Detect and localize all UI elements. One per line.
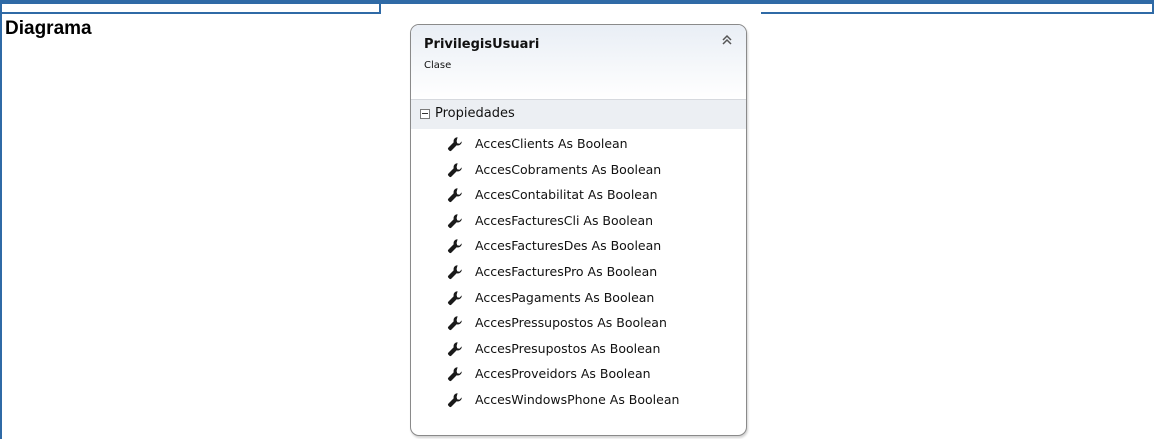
wrench-icon <box>448 393 462 407</box>
class-diagram-shape[interactable]: PrivilegisUsuari Clase Propiedades Acces… <box>410 24 747 436</box>
class-kind: Clase <box>424 60 452 71</box>
property-label: AccesClients As Boolean <box>475 136 628 151</box>
property-item[interactable]: AccesFacturesDes As Boolean <box>411 235 746 261</box>
minus-box-icon[interactable] <box>420 109 430 119</box>
wrench-icon <box>448 239 462 254</box>
double-chevron-up-icon[interactable] <box>720 33 734 47</box>
property-item[interactable]: AccesContabilitat As Boolean <box>411 184 746 210</box>
property-label: AccesProveidors As Boolean <box>475 366 651 382</box>
property-label: AccesCobraments As Boolean <box>475 161 662 177</box>
property-item[interactable]: AccesFacturesPro As Boolean <box>411 261 746 287</box>
section-label: Diagrama <box>5 18 92 39</box>
property-label: AccesContabilitat As Boolean <box>475 187 658 203</box>
wrench-icon <box>448 341 462 356</box>
property-label: AccesFacturesCli As Boolean <box>475 212 654 228</box>
table-row-divider-gap <box>381 11 761 15</box>
wrench-icon <box>448 367 462 382</box>
wrench-icon <box>448 290 462 305</box>
property-item[interactable]: AccesWindowsPhone As Boolean <box>411 389 746 415</box>
property-item[interactable]: AccesClients As Boolean <box>411 133 746 159</box>
property-item[interactable]: AccesPressupostos As Boolean <box>411 312 746 338</box>
wrench-icon <box>448 137 462 151</box>
property-item[interactable]: AccesPagaments As Boolean <box>411 287 746 313</box>
class-header[interactable]: PrivilegisUsuari Clase <box>411 25 746 99</box>
property-item[interactable]: AccesPresupostos As Boolean <box>411 338 746 364</box>
wrench-icon <box>448 213 462 228</box>
class-name: PrivilegisUsuari <box>424 37 540 52</box>
property-label: AccesPressupostos As Boolean <box>475 315 667 331</box>
property-label: AccesWindowsPhone As Boolean <box>475 391 680 407</box>
table-top-border <box>0 0 1154 4</box>
property-item[interactable]: AccesFacturesCli As Boolean <box>411 210 746 236</box>
property-label: AccesPresupostos As Boolean <box>475 340 661 356</box>
wrench-icon <box>448 265 462 279</box>
compartment-label: Propiedades <box>435 106 515 121</box>
property-item[interactable]: AccesCobraments As Boolean <box>411 159 746 185</box>
compartment-header-propiedades[interactable]: Propiedades <box>411 99 746 129</box>
wrench-icon <box>448 162 462 177</box>
property-label: AccesFacturesPro As Boolean <box>475 263 658 279</box>
wrench-icon <box>448 188 462 203</box>
property-label: AccesPagaments As Boolean <box>475 289 655 305</box>
property-list: AccesClients As Boolean AccesCobraments … <box>411 129 746 415</box>
table-left-border <box>0 0 2 439</box>
property-item[interactable]: AccesProveidors As Boolean <box>411 363 746 389</box>
wrench-icon <box>448 316 462 331</box>
property-label: AccesFacturesDes As Boolean <box>475 238 662 254</box>
